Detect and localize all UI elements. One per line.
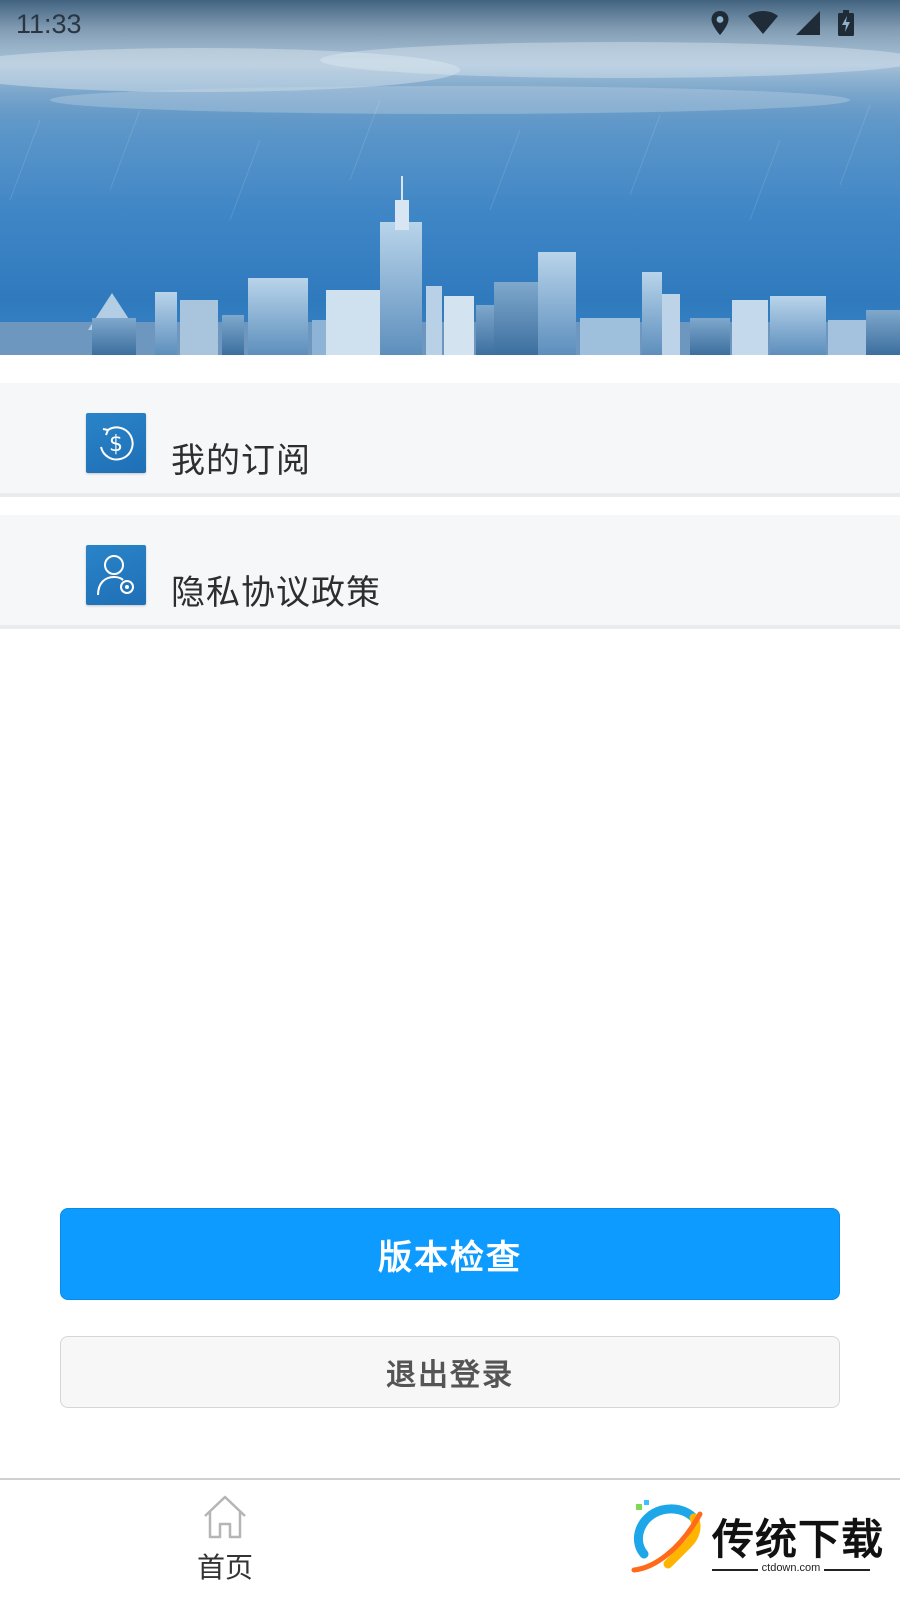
home-icon [201,1494,249,1544]
watermark-domain: ctdown.com [712,1562,870,1574]
menu-item-subscriptions[interactable]: $ 我的订阅 [0,383,900,497]
status-time: 11:33 [16,9,82,39]
user-settings-icon [86,545,146,605]
nav-home-label: 首页 [196,1551,253,1584]
bottom-nav: 首页 传统下载 ctdown.com [0,1478,900,1600]
watermark-title: 传统下载 [712,1515,885,1564]
header-banner-image [0,0,900,355]
nav-tab-home[interactable]: 首页 [180,1494,270,1594]
menu-item-label: 隐私协议政策 [171,573,381,613]
dollar-circle-icon: $ [86,413,146,473]
watermark-logo: 传统下载 ctdown.com [628,1496,888,1596]
menu-item-privacy-policy[interactable]: 隐私协议政策 [0,515,900,629]
wifi-icon [748,11,778,42]
menu-item-label: 我的订阅 [171,441,311,481]
battery-charging-icon [838,10,854,43]
check-version-button[interactable]: 版本检查 [60,1208,840,1300]
signal-icon [796,11,820,42]
svg-text:$: $ [109,432,123,457]
logout-button[interactable]: 退出登录 [60,1336,840,1408]
status-bar: 11:33 [0,0,900,50]
status-icons [710,10,854,43]
location-icon [710,10,730,43]
watermark-logo-icon [631,1500,703,1573]
